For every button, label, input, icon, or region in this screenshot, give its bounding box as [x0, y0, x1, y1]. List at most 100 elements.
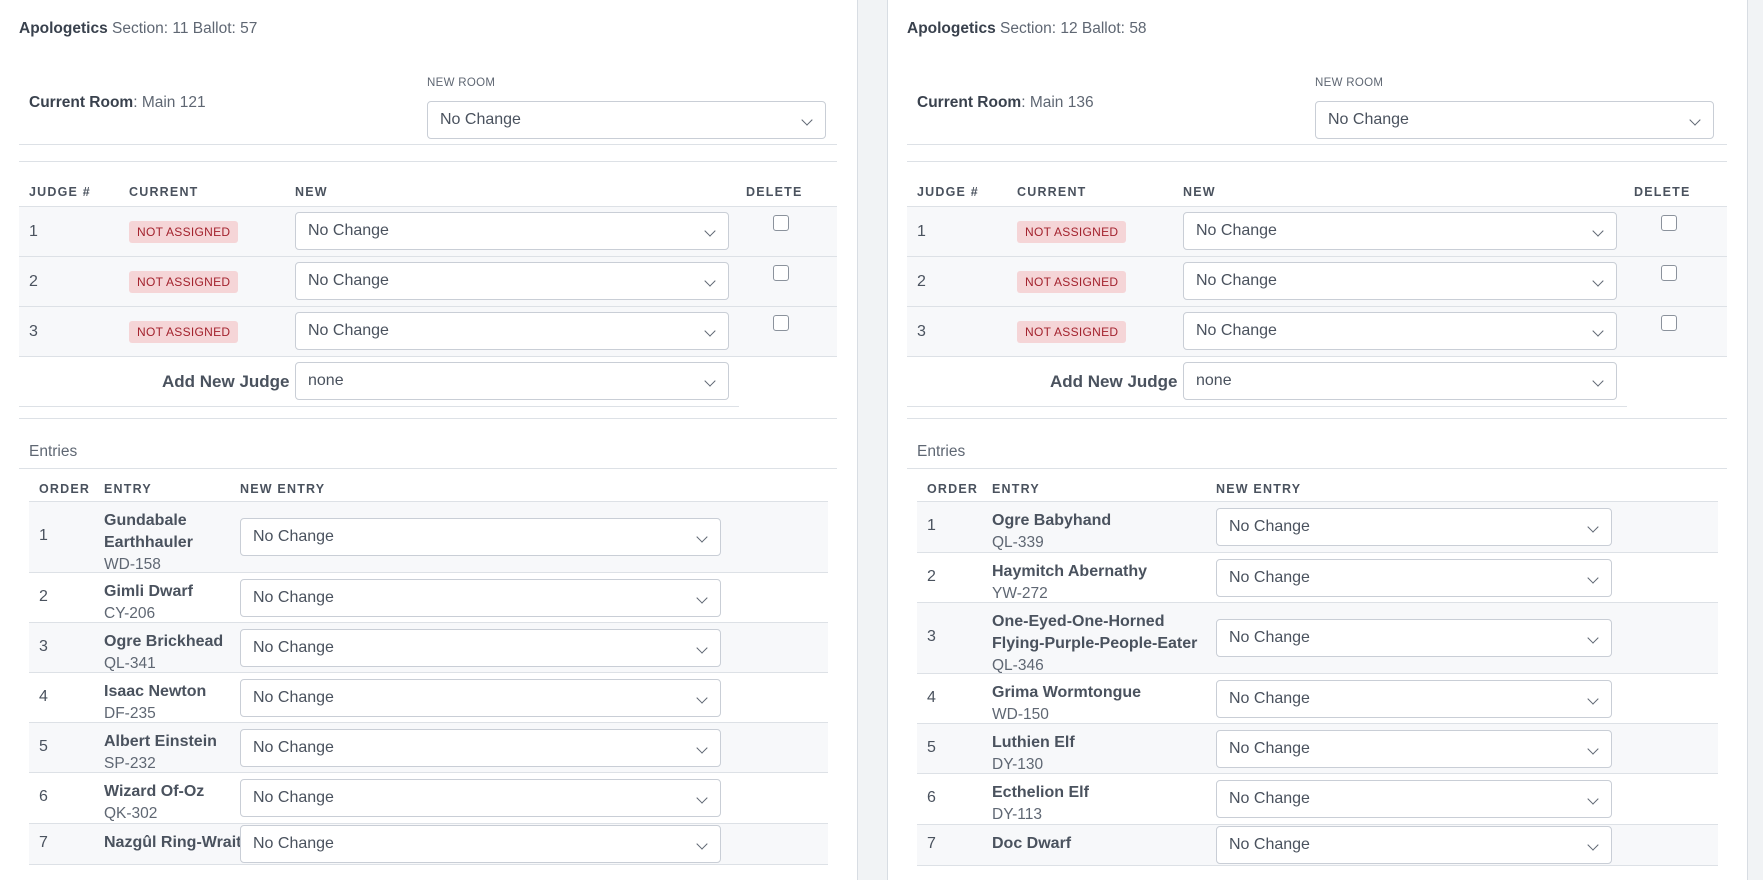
entry-row: 1 Gundabale Earthhauler WD-158 No Change [29, 502, 828, 573]
judge-row: 3 NOT ASSIGNED No Change [907, 307, 1727, 357]
select-value: No Change [253, 528, 334, 545]
divider [19, 161, 837, 162]
chevron-down-icon [1587, 742, 1599, 755]
ballot-prefix: Ballot: [192, 20, 236, 37]
chevron-down-icon [704, 375, 716, 387]
chevron-down-icon [696, 741, 708, 754]
judges-table: JUDGE # CURRENT NEW DELETE 1 NOT ASSIGNED No C… [907, 180, 1727, 407]
entry-row: 4 Grima Wormtongue WD-150 No Change [917, 674, 1718, 724]
select-value: No Change [1229, 836, 1310, 853]
select-value: No Change [308, 222, 389, 239]
chevron-down-icon [1592, 375, 1604, 387]
divider [19, 418, 837, 419]
new-room-label: NEW ROOM [1315, 77, 1384, 89]
new-entry-select[interactable]: No Change [240, 779, 721, 817]
judge-select[interactable]: No Change [1183, 262, 1617, 300]
col-entry: ENTRY [104, 482, 152, 496]
new-entry-select[interactable]: No Change [240, 825, 721, 863]
entries-heading: Entries [29, 443, 78, 460]
entry-row: 4 Isaac Newton DF-235 No Change [29, 673, 828, 723]
select-value: No Change [253, 835, 334, 852]
judge-number: 3 [917, 323, 926, 340]
new-entry-select[interactable]: No Change [240, 578, 721, 617]
entry-order: 5 [39, 737, 48, 755]
entry-name-text: Ogre Brickhead [104, 633, 224, 650]
entry-name: Doc Dwarf [992, 833, 1217, 855]
delete-checkbox[interactable] [773, 315, 789, 331]
entry-order: 7 [39, 834, 48, 851]
entry-code: YW-272 [992, 585, 1048, 602]
chevron-down-icon [1587, 632, 1599, 644]
judge-row: 1 NOT ASSIGNED No Change [19, 207, 837, 257]
chevron-down-icon [696, 691, 708, 704]
entry-row: 2 Haymitch Abernathy YW-272 No Change [917, 553, 1718, 603]
chevron-down-icon [696, 641, 708, 654]
judge-select[interactable]: No Change [1183, 312, 1617, 350]
select-value: No Change [1229, 790, 1310, 807]
event-name: Apologetics [907, 20, 996, 37]
new-entry-select[interactable]: No Change [240, 728, 721, 767]
section-number: 11 [172, 20, 189, 37]
chevron-down-icon [696, 792, 708, 804]
entry-row: 5 Luthien Elf DY-130 No Change [917, 724, 1718, 774]
entry-order: 6 [927, 789, 936, 806]
section-header: Apologetics Section: 11 Ballot: 57 [19, 20, 257, 38]
judge-select[interactable]: No Change [1183, 212, 1617, 250]
delete-checkbox[interactable] [1661, 315, 1677, 331]
new-entry-select[interactable]: No Change [1216, 780, 1612, 818]
new-entry-select[interactable]: No Change [1216, 558, 1612, 597]
new-entry-select[interactable]: No Change [1216, 508, 1612, 546]
entry-row: 6 Ecthelion Elf DY-113 No Change [917, 774, 1718, 825]
chevron-down-icon [696, 531, 708, 543]
new-room-select[interactable]: No Change [1315, 101, 1714, 139]
entry-code: QL-339 [992, 534, 1044, 551]
status-badge: NOT ASSIGNED [129, 221, 239, 243]
judge-select[interactable]: No Change [295, 312, 729, 350]
select-value: No Change [308, 322, 389, 339]
add-judge-select[interactable]: none [295, 362, 729, 400]
delete-checkbox[interactable] [1661, 265, 1677, 281]
chevron-down-icon [801, 114, 813, 126]
new-entry-select[interactable]: No Change [240, 518, 721, 556]
chevron-down-icon [696, 591, 708, 604]
delete-checkbox[interactable] [773, 265, 789, 281]
delete-checkbox[interactable] [1661, 215, 1677, 231]
new-entry-select[interactable]: No Change [240, 628, 721, 667]
new-entry-select[interactable]: No Change [1216, 826, 1612, 864]
entry-name: Grima Wormtongue WD-150 [992, 682, 1217, 726]
event-name: Apologetics [19, 20, 108, 37]
new-room-select[interactable]: No Change [427, 101, 826, 139]
col-new-entry: NEW ENTRY [240, 482, 326, 496]
select-value: No Change [1229, 689, 1310, 707]
col-new-entry: NEW ENTRY [1216, 482, 1302, 496]
entry-name-text: Doc Dwarf [992, 835, 1072, 852]
new-entry-select[interactable]: No Change [240, 678, 721, 717]
col-entry: ENTRY [992, 482, 1040, 496]
delete-checkbox[interactable] [773, 215, 789, 231]
new-entry-select[interactable]: No Change [1216, 619, 1612, 657]
new-entry-select[interactable]: No Change [1216, 679, 1612, 718]
entry-code: DY-113 [992, 806, 1042, 823]
add-judge-row: Add New Judge none [907, 357, 1627, 407]
col-judge: JUDGE # [29, 185, 91, 199]
select-value: No Change [1196, 272, 1277, 289]
entry-code: WD-150 [992, 706, 1049, 723]
new-entry-select[interactable]: No Change [1216, 729, 1612, 768]
judge-select[interactable]: No Change [295, 212, 729, 250]
col-new: NEW [1183, 185, 1216, 199]
entry-name: Ogre Babyhand QL-339 [992, 510, 1217, 554]
judge-row: 2 NOT ASSIGNED No Change [19, 257, 837, 307]
entry-name-text: Gundabale Earthhauler [104, 512, 193, 551]
select-value: none [1196, 372, 1232, 389]
section-panel-right: Apologetics Section: 12 Ballot: 58 Curren… [887, 0, 1748, 880]
judge-select[interactable]: No Change [295, 262, 729, 300]
select-value: No Change [1196, 322, 1277, 339]
add-judge-select[interactable]: none [1183, 362, 1617, 400]
judge-row: 2 NOT ASSIGNED No Change [907, 257, 1727, 307]
col-current: CURRENT [1017, 185, 1087, 199]
entry-row: 7 Nazgûl Ring-Wraith No Change [29, 824, 828, 865]
entries-table: ORDER ENTRY NEW ENTRY 1 Ogre Babyhand QL-339 N… [917, 477, 1718, 866]
select-value: No Change [253, 688, 334, 706]
current-room-label: Current Room [29, 94, 134, 111]
entry-order: 1 [927, 517, 936, 534]
